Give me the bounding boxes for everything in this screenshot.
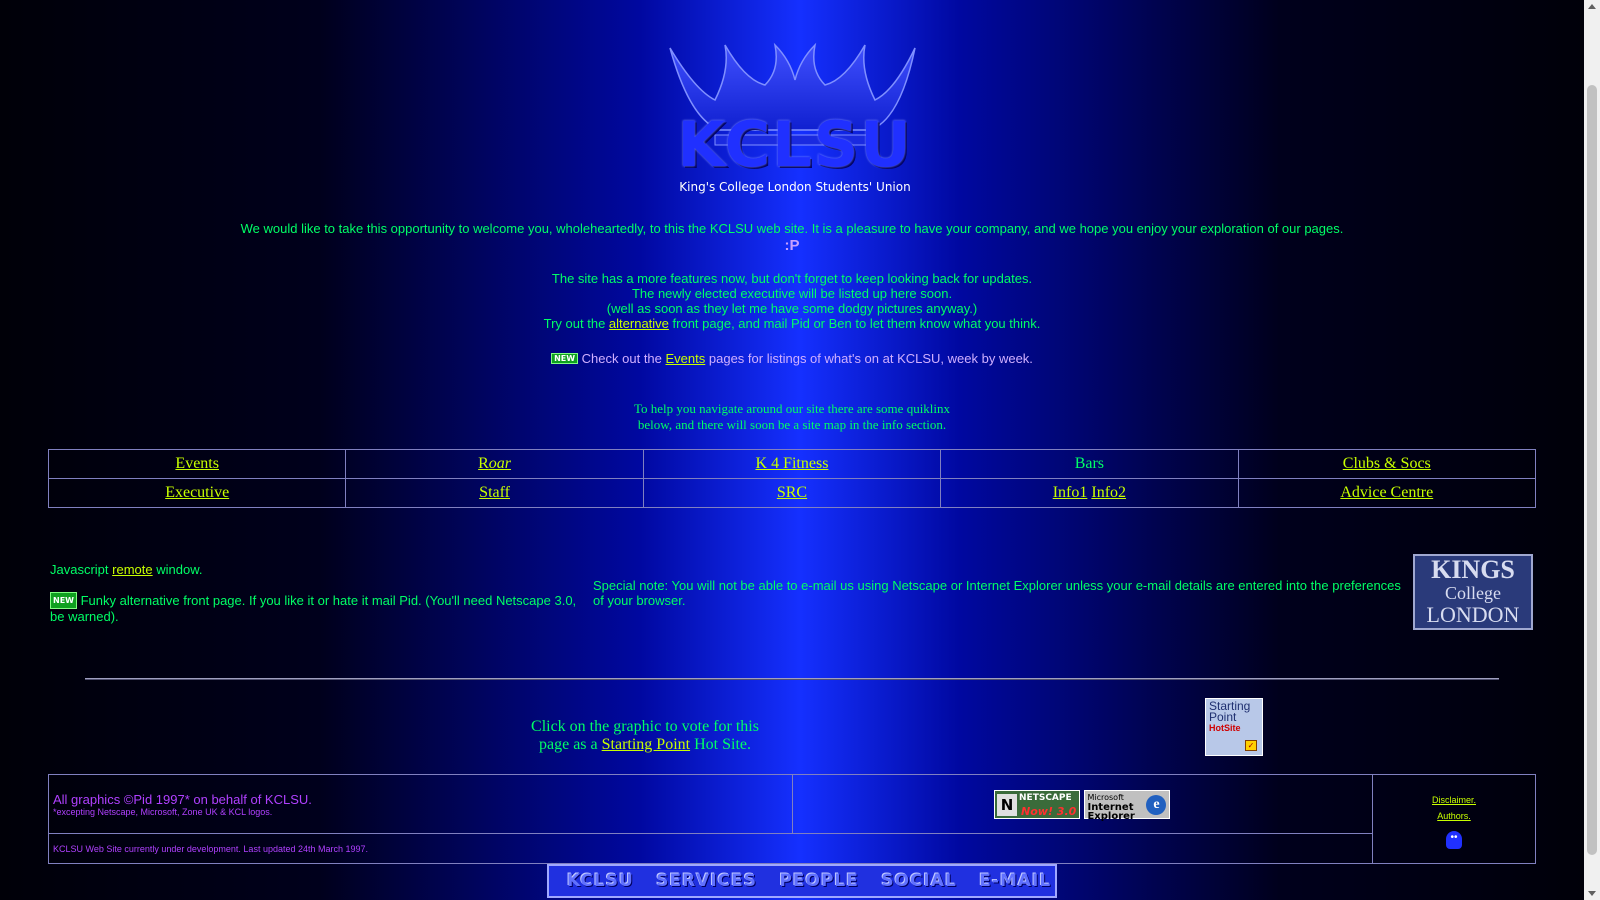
nav-people-button[interactable]: PEOPLE — [779, 866, 858, 896]
quicklink-cell: Info1 Info2 — [940, 478, 1239, 508]
bottom-navbar: KCLSU SERVICES PEOPLE SOCIAL E-MAIL — [547, 864, 1057, 898]
browser-logos-cell: N NETSCAPE Now! 3.0 Microsoft Internet E… — [791, 774, 1373, 834]
quicklink-cell: Advice Centre — [1237, 478, 1537, 508]
checkmark-icon: ✓ — [1245, 740, 1257, 751]
js-prefix: Javascript — [50, 562, 109, 577]
quicklink-cell: SRC — [642, 478, 942, 508]
site-status-cell: KCLSU Web Site currently under developme… — [48, 833, 1373, 864]
footer-table: All graphics ©Pid 1997* on behalf of KCL… — [48, 774, 1536, 864]
help-text: To help you navigate around our site the… — [0, 401, 1584, 433]
badge-hotsite: HotSite — [1209, 723, 1241, 733]
kcl-logo[interactable]: KINGS College LONDON — [1413, 554, 1533, 630]
new-badge-icon: NEW — [551, 353, 579, 364]
graphics-credit-cell: All graphics ©Pid 1997* on behalf of KCL… — [48, 774, 793, 834]
roar-rest: oar — [488, 455, 512, 472]
try-suffix: front page, and mail Pid or Ben to let t… — [672, 316, 1041, 331]
vote-line-1: Click on the graphic to vote for this — [531, 718, 759, 735]
scrollbar-thumb[interactable] — [1587, 85, 1597, 855]
features-line-3: (well as soon as they let me have some d… — [606, 301, 978, 316]
alternative-link[interactable]: alternative — [609, 316, 669, 331]
nav-kclsu-button[interactable]: KCLSU — [567, 866, 634, 896]
vote-text: Click on the graphic to vote for this pa… — [490, 718, 800, 754]
graphics-credit: All graphics ©Pid 1997* on behalf of KCL… — [53, 791, 312, 807]
logo-title: KCLSU — [677, 108, 913, 181]
vote-line-2: page as a Starting Point Hot Site. — [490, 736, 800, 754]
welcome-text: We would like to take this opportunity t… — [240, 221, 1344, 236]
quicklink-events[interactable]: Events — [175, 455, 219, 472]
funky-text: Funky alternative front page. If you lik… — [50, 593, 577, 624]
kcl-logo-line-2: College — [1445, 583, 1501, 603]
netscape-label: NETSCAPE — [1019, 792, 1072, 803]
quicklinks-row: Events Roar K 4 Fitness Bars Clubs & Soc… — [47, 449, 1537, 479]
javascript-remote-note: Javascript remote window. — [50, 562, 203, 577]
starting-point-link[interactable]: Starting Point — [602, 736, 690, 753]
features-line-2: The newly elected executive will be list… — [631, 286, 953, 301]
nav-social-button[interactable]: SOCIAL — [881, 866, 957, 896]
events-announcement: NEW Check out the Events pages for listi… — [0, 351, 1584, 366]
roar-r: R — [478, 455, 489, 472]
quicklink-src[interactable]: SRC — [777, 484, 807, 501]
quicklinks-row: Executive Staff SRC Info1 Info2 Advice C… — [47, 478, 1537, 508]
quicklink-cell: Roar — [345, 449, 644, 479]
scroll-down-arrow-icon[interactable] — [1588, 891, 1596, 896]
try-alternative-line: Try out the alternative front page, and … — [0, 316, 1584, 331]
horizontal-divider — [85, 678, 1499, 680]
special-note: Special note: You will not be able to e-… — [593, 578, 1401, 608]
quicklink-info2[interactable]: Info2 — [1091, 484, 1126, 501]
kcl-logo-line-1: KINGS — [1431, 555, 1515, 584]
ie-e-icon: e — [1146, 794, 1167, 815]
scroll-up-arrow-icon[interactable] — [1588, 4, 1596, 9]
footer-links-cell: Disclaimer. Authors. •• — [1372, 774, 1536, 864]
quicklink-advice[interactable]: Advice Centre — [1340, 484, 1433, 501]
remote-window-link[interactable]: remote — [112, 562, 152, 577]
quicklink-cell: Bars — [940, 449, 1239, 479]
js-suffix: window. — [156, 562, 203, 577]
netscape-n-icon: N — [997, 793, 1018, 816]
vertical-scrollbar[interactable] — [1584, 0, 1600, 900]
quicklink-roar[interactable]: Roar — [478, 455, 511, 472]
netscape-now-label: Now! 3.0 — [1021, 804, 1077, 818]
starting-point-hotsite-badge[interactable]: Starting Point HotSite ✓ — [1205, 698, 1263, 756]
features-paragraph: The site has a more features now, but do… — [0, 271, 1584, 331]
alien-mascot-icon[interactable]: •• — [1446, 831, 1462, 849]
nav-services-button[interactable]: SERVICES — [656, 866, 757, 896]
quicklinks-table: Events Roar K 4 Fitness Bars Clubs & Soc… — [47, 449, 1537, 508]
logo-subtitle: King's College London Students' Union — [679, 180, 911, 194]
features-line-1: The site has a more features now, but do… — [551, 271, 1033, 286]
footer-row: All graphics ©Pid 1997* on behalf of KCL… — [48, 774, 1536, 864]
site-status: KCLSU Web Site currently under developme… — [53, 843, 369, 854]
quicklink-clubs[interactable]: Clubs & Socs — [1343, 455, 1431, 472]
events-suffix: pages for listings of what's on at KCLSU… — [708, 351, 1033, 366]
help-line-2: below, and there will soon be a site map… — [637, 417, 947, 432]
quicklink-info1[interactable]: Info1 — [1053, 484, 1088, 501]
help-line-1: To help you navigate around our site the… — [633, 401, 951, 416]
quicklink-cell: Executive — [47, 478, 347, 508]
events-prefix: Check out the — [581, 351, 662, 366]
quicklink-cell: Clubs & Socs — [1237, 449, 1537, 479]
quicklink-executive[interactable]: Executive — [165, 484, 229, 501]
quicklink-fitness[interactable]: K 4 Fitness — [756, 455, 829, 472]
quicklink-cell: K 4 Fitness — [642, 449, 942, 479]
quicklink-cell: Events — [47, 449, 347, 479]
disclaimer-link[interactable]: Disclaimer. — [1374, 795, 1534, 805]
vote-suffix: Hot Site. — [694, 736, 751, 753]
events-link[interactable]: Events — [666, 351, 706, 366]
kcl-logo-line-3: LONDON — [1426, 602, 1520, 627]
footer-row: KCLSU Web Site currently under developme… — [48, 833, 1536, 864]
quicklink-bars: Bars — [1074, 455, 1105, 472]
nav-email-button[interactable]: E-MAIL — [979, 866, 1051, 896]
internet-explorer-button[interactable]: Microsoft Internet Explorer e — [1084, 789, 1171, 822]
funky-front-page-note: NEW Funky alternative front page. If you… — [50, 592, 580, 624]
netscape-now-button[interactable]: N NETSCAPE Now! 3.0 — [994, 789, 1081, 819]
quicklink-staff[interactable]: Staff — [479, 484, 510, 501]
quicklink-cell: Staff — [345, 478, 644, 508]
graphics-credit-note: *excepting Netscape, Microsoft, Zone UK … — [53, 806, 273, 817]
try-prefix: Try out the — [543, 316, 606, 331]
badge-line-2: Point — [1209, 710, 1237, 724]
new-badge-icon: NEW — [50, 592, 77, 609]
smiley-text: :P — [784, 237, 800, 254]
authors-link[interactable]: Authors. — [1374, 811, 1534, 821]
vote-prefix: page as a — [539, 736, 598, 753]
